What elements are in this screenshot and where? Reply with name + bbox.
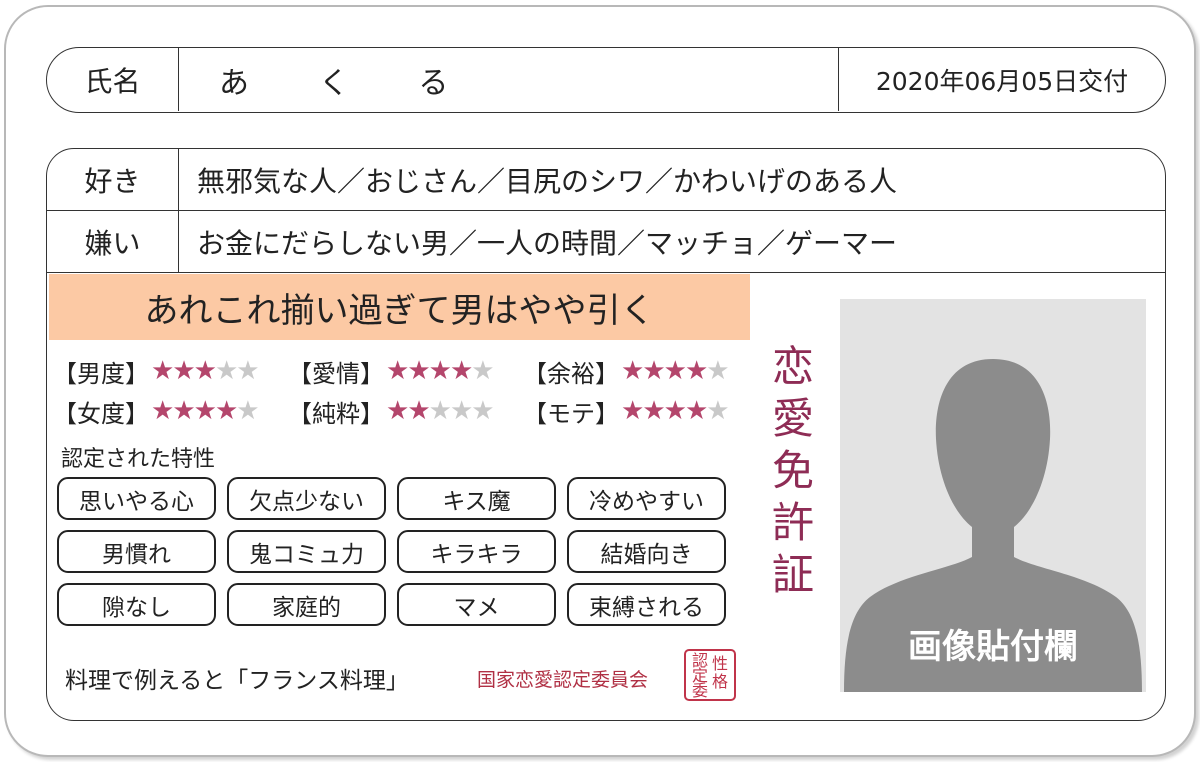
photo-label: 画像貼付欄	[908, 627, 1078, 667]
photo-placeholder: 画像貼付欄	[840, 299, 1146, 692]
trait-badge: 思いやる心	[57, 477, 216, 520]
star-empty-icon: ★	[471, 396, 494, 426]
rating-item: 【愛情】 ★★★★★	[288, 354, 523, 389]
trait-badge: 家庭的	[227, 583, 386, 626]
rating-stars: ★★★★★	[386, 396, 495, 426]
name-value: あくる	[219, 65, 519, 101]
trait-badge: 男慣れ	[57, 530, 216, 573]
rating-label: 【余裕】	[523, 359, 619, 388]
star-filled-icon: ★	[621, 356, 644, 386]
license-card: 氏名 あくる 2020年06月05日交付 好き 無邪気な人／おじさん／目尻のシワ…	[4, 5, 1196, 757]
star-empty-icon: ★	[428, 396, 452, 426]
star-empty-icon: ★	[236, 396, 259, 426]
ratings-grid: 【男度】 ★★★★★ 【愛情】 ★★★★★ 【余裕】 ★★★★★ 【女度】 ★★…	[53, 351, 773, 431]
rating-item: 【モテ】 ★★★★★	[523, 394, 758, 429]
star-filled-icon: ★	[151, 356, 174, 386]
rating-label: 【モテ】	[523, 399, 619, 428]
rating-label: 【純粋】	[288, 399, 384, 428]
issue-date: 2020年06月05日交付	[838, 48, 1165, 111]
main-panel: 好き 無邪気な人／おじさん／目尻のシワ／かわいげのある人 嫌い お金にだらしない…	[46, 148, 1166, 721]
seal-char: 性	[712, 654, 729, 673]
ratings-row: 【男度】 ★★★★★ 【愛情】 ★★★★★ 【余裕】 ★★★★★	[53, 351, 773, 391]
star-filled-icon: ★	[663, 356, 687, 386]
star-filled-icon: ★	[172, 356, 195, 386]
likes-value: 無邪気な人／おじさん／目尻のシワ／かわいげのある人	[197, 164, 898, 198]
trait-badge: 隙なし	[57, 583, 216, 626]
star-filled-icon: ★	[193, 396, 217, 426]
card-title-char: 許	[771, 498, 814, 547]
star-empty-icon: ★	[471, 356, 494, 386]
trait-badge: 鬼コミュ力	[227, 530, 386, 573]
rating-stars: ★★★★★	[151, 356, 260, 386]
trait-badge: 欠点少ない	[227, 477, 386, 520]
card-title-char: 愛	[771, 394, 814, 443]
star-empty-icon: ★	[214, 356, 238, 386]
star-filled-icon: ★	[172, 396, 195, 426]
likes-row: 好き 無邪気な人／おじさん／目尻のシワ／かわいげのある人	[47, 149, 1165, 211]
card-title: 恋 愛 免 許 証	[765, 341, 821, 601]
rating-item: 【女度】 ★★★★★	[53, 394, 288, 429]
card-title-char: 恋	[771, 342, 814, 391]
rating-label: 【愛情】	[288, 359, 384, 388]
committee-seal: 性 格 認 定 委	[684, 649, 736, 701]
trait-badge: 束縛される	[567, 583, 726, 626]
star-filled-icon: ★	[663, 396, 687, 426]
star-filled-icon: ★	[407, 396, 430, 426]
star-filled-icon: ★	[428, 356, 452, 386]
committee-name: 国家恋愛認定委員会	[477, 669, 649, 691]
star-filled-icon: ★	[449, 356, 473, 386]
dislikes-label: 嫌い	[47, 211, 179, 272]
star-filled-icon: ★	[386, 396, 409, 426]
star-empty-icon: ★	[449, 396, 473, 426]
rating-stars: ★★★★★	[621, 396, 730, 426]
dislikes-row: 嫌い お金にだらしない男／一人の時間／マッチョ／ゲーマー	[47, 211, 1165, 273]
trait-badge: キラキラ	[397, 530, 556, 573]
ratings-row: 【女度】 ★★★★★ 【純粋】 ★★★★★ 【モテ】 ★★★★★	[53, 391, 773, 431]
trait-badge: 結婚向き	[567, 530, 726, 573]
star-empty-icon: ★	[706, 396, 729, 426]
star-filled-icon: ★	[621, 396, 644, 426]
trait-badge: キス魔	[397, 477, 556, 520]
rating-label: 【男度】	[53, 359, 149, 388]
star-filled-icon: ★	[684, 356, 708, 386]
star-filled-icon: ★	[193, 356, 217, 386]
star-filled-icon: ★	[684, 396, 708, 426]
star-filled-icon: ★	[407, 356, 430, 386]
star-filled-icon: ★	[386, 356, 409, 386]
star-empty-icon: ★	[706, 356, 729, 386]
traits-heading: 認定された特性	[61, 447, 216, 472]
trait-badge: マメ	[397, 583, 556, 626]
likes-label: 好き	[47, 149, 179, 210]
card-title-char: 証	[771, 550, 814, 599]
dislikes-value: お金にだらしない男／一人の時間／マッチョ／ゲーマー	[197, 226, 898, 260]
seal-char: 委	[692, 681, 709, 700]
rating-stars: ★★★★★	[151, 396, 260, 426]
rating-stars: ★★★★★	[621, 356, 730, 386]
star-empty-icon: ★	[236, 356, 259, 386]
traits-grid: 思いやる心 欠点少ない キス魔 冷めやすい 男慣れ 鬼コミュ力 キラキラ 結婚向…	[57, 477, 733, 626]
name-label: 氏名	[47, 48, 179, 111]
headline: あれこれ揃い過ぎて男はやや引く	[49, 274, 750, 340]
rating-item: 【純粋】 ★★★★★	[288, 394, 523, 429]
rating-label: 【女度】	[53, 399, 149, 428]
star-filled-icon: ★	[151, 396, 174, 426]
seal-char: 格	[712, 672, 729, 691]
star-filled-icon: ★	[214, 396, 238, 426]
star-filled-icon: ★	[642, 396, 665, 426]
card-title-char: 免	[771, 446, 814, 495]
food-comparison: 料理で例えると「フランス料理」	[65, 668, 409, 694]
rating-item: 【男度】 ★★★★★	[53, 354, 288, 389]
name-bar: 氏名 あくる 2020年06月05日交付	[46, 47, 1166, 113]
rating-stars: ★★★★★	[386, 356, 495, 386]
rating-item: 【余裕】 ★★★★★	[523, 354, 758, 389]
trait-badge: 冷めやすい	[567, 477, 726, 520]
star-filled-icon: ★	[642, 356, 665, 386]
